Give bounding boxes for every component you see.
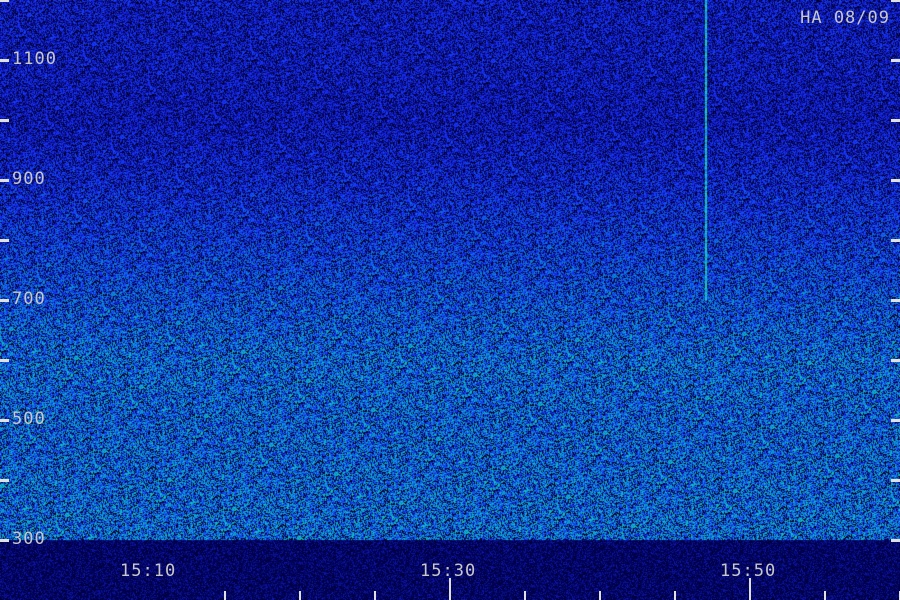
- y-tick-label: 1100: [12, 49, 57, 69]
- y-tick-mark: [0, 419, 9, 422]
- y-tick-mark: [891, 539, 900, 542]
- x-tick-mark: [824, 591, 826, 600]
- spectrogram-heatmap: [0, 0, 900, 600]
- y-tick-mark: [0, 0, 9, 2]
- x-tick-mark: [224, 591, 226, 600]
- x-tick-mark: [449, 578, 451, 600]
- x-tick-label: 15:10: [120, 561, 177, 581]
- x-tick-mark: [299, 591, 301, 600]
- x-tick-mark: [599, 591, 601, 600]
- x-tick-mark: [674, 591, 676, 600]
- y-tick-label: 900: [12, 169, 46, 189]
- y-tick-mark: [891, 299, 900, 302]
- y-tick-mark: [891, 359, 900, 362]
- x-tick-mark: [374, 591, 376, 600]
- y-tick-mark: [891, 419, 900, 422]
- x-tick-mark: [749, 578, 751, 600]
- y-tick-mark: [0, 539, 9, 542]
- y-tick-mark: [891, 59, 900, 62]
- y-tick-mark: [0, 59, 9, 62]
- y-tick-mark: [0, 179, 9, 182]
- x-tick-mark: [524, 591, 526, 600]
- y-tick-mark: [891, 479, 900, 482]
- y-tick-label: 700: [12, 289, 46, 309]
- y-tick-mark: [891, 239, 900, 242]
- y-tick-mark: [0, 239, 9, 242]
- y-tick-mark: [891, 0, 900, 2]
- y-tick-mark: [0, 479, 9, 482]
- y-tick-mark: [0, 359, 9, 362]
- y-tick-label: 500: [12, 409, 46, 429]
- y-tick-mark: [891, 179, 900, 182]
- y-tick-mark: [891, 119, 900, 122]
- y-tick-mark: [0, 119, 9, 122]
- y-tick-label: 300: [12, 529, 46, 549]
- station-date-label: HA 08/09: [800, 8, 890, 28]
- y-tick-mark: [0, 299, 9, 302]
